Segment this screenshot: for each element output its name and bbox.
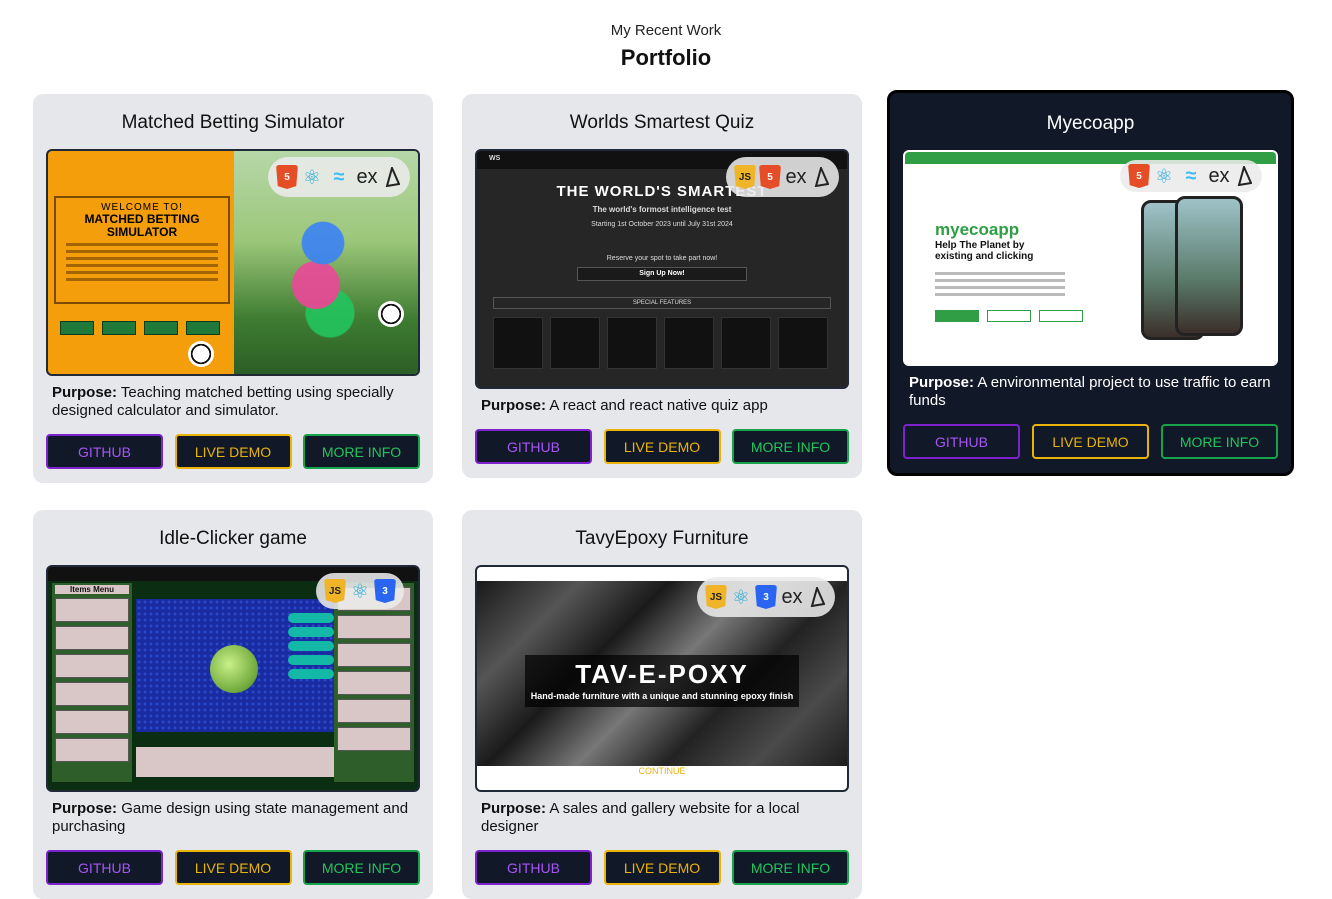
react-icon: ⚛ bbox=[303, 166, 321, 189]
more-info-button[interactable]: MORE INFO bbox=[732, 850, 849, 885]
project-screenshot: Items Menu JS ⚛ 3 bbox=[46, 565, 420, 792]
section-title: Portfolio bbox=[620, 45, 712, 70]
javascript-icon: JS bbox=[324, 579, 346, 603]
project-purpose: Purpose: Game design using state managem… bbox=[52, 800, 409, 835]
project-card: Matched Betting Simulator WELCOME TO! MA… bbox=[33, 94, 433, 483]
tech-stack: JS ⚛ 3 bbox=[316, 573, 404, 609]
github-button[interactable]: GITHUB bbox=[903, 424, 1020, 459]
react-icon: ⚛ bbox=[1155, 165, 1173, 188]
project-card: Myecoapp myecoapp Help The Planet by exi… bbox=[887, 90, 1294, 476]
project-title: Myecoapp bbox=[1046, 113, 1135, 134]
tech-stack: JS ⚛ 3 ex bbox=[697, 577, 835, 617]
css3-icon: 3 bbox=[374, 579, 396, 603]
react-icon: ⚛ bbox=[732, 586, 750, 609]
live-demo-button[interactable]: LIVE DEMO bbox=[603, 429, 721, 464]
project-actions: GITHUB LIVE DEMO MORE INFO bbox=[46, 850, 420, 899]
github-button[interactable]: GITHUB bbox=[46, 850, 163, 885]
html5-icon: 5 bbox=[276, 165, 298, 189]
tailwind-icon: ≈ bbox=[1185, 164, 1197, 187]
css3-icon: 3 bbox=[755, 585, 777, 609]
project-screenshot: myecoapp Help The Planet by existing and… bbox=[903, 150, 1278, 366]
javascript-icon: JS bbox=[705, 585, 727, 609]
prisma-icon bbox=[1234, 164, 1254, 188]
github-button[interactable]: GITHUB bbox=[46, 434, 163, 469]
tech-stack: JS 5 ex bbox=[726, 157, 839, 197]
project-purpose: Purpose: A react and react native quiz a… bbox=[481, 397, 768, 414]
javascript-icon: JS bbox=[734, 165, 756, 189]
express-icon: ex bbox=[781, 585, 803, 608]
live-demo-button[interactable]: LIVE DEMO bbox=[174, 850, 292, 885]
project-card: Idle-Clicker game Items Menu JS ⚛ 3 Purp… bbox=[33, 510, 433, 899]
more-info-button[interactable]: MORE INFO bbox=[1161, 424, 1278, 459]
live-demo-button[interactable]: LIVE DEMO bbox=[174, 434, 292, 469]
prisma-icon bbox=[807, 585, 827, 609]
github-button[interactable]: GITHUB bbox=[475, 429, 592, 464]
project-screenshot: WS THE WORLD'S SMARTEST The world's form… bbox=[475, 149, 849, 389]
project-actions: GITHUB LIVE DEMO MORE INFO bbox=[475, 429, 849, 478]
live-demo-button[interactable]: LIVE DEMO bbox=[603, 850, 721, 885]
project-actions: GITHUB LIVE DEMO MORE INFO bbox=[46, 434, 420, 483]
more-info-button[interactable]: MORE INFO bbox=[303, 434, 420, 469]
html5-icon: 5 bbox=[1128, 164, 1150, 188]
express-icon: ex bbox=[1208, 164, 1230, 187]
more-info-button[interactable]: MORE INFO bbox=[303, 850, 420, 885]
project-card: TavyEpoxy Furniture TAV-E-POXY Hand-made… bbox=[462, 510, 862, 899]
project-title: TavyEpoxy Furniture bbox=[575, 528, 749, 549]
project-title: Matched Betting Simulator bbox=[121, 112, 345, 133]
tech-stack: 5 ⚛ ≈ ex bbox=[268, 157, 410, 197]
project-screenshot: TAV-E-POXY Hand-made furniture with a un… bbox=[475, 565, 849, 792]
project-purpose: Purpose: A environmental project to use … bbox=[909, 374, 1271, 409]
project-title: Worlds Smartest Quiz bbox=[569, 112, 755, 133]
tech-stack: 5 ⚛ ≈ ex bbox=[1120, 160, 1262, 192]
tailwind-icon: ≈ bbox=[333, 165, 345, 188]
project-actions: GITHUB LIVE DEMO MORE INFO bbox=[903, 424, 1278, 473]
more-info-button[interactable]: MORE INFO bbox=[732, 429, 849, 464]
project-title: Idle-Clicker game bbox=[159, 528, 307, 549]
express-icon: ex bbox=[785, 165, 807, 188]
project-purpose: Purpose: A sales and gallery website for… bbox=[481, 800, 800, 835]
react-icon: ⚛ bbox=[351, 580, 369, 603]
prisma-icon bbox=[382, 165, 402, 189]
project-actions: GITHUB LIVE DEMO MORE INFO bbox=[475, 850, 849, 899]
section-subtitle: My Recent Work bbox=[610, 22, 722, 39]
project-screenshot: WELCOME TO! MATCHED BETTING SIMULATOR 5 … bbox=[46, 149, 420, 376]
html5-icon: 5 bbox=[759, 165, 781, 189]
express-icon: ex bbox=[356, 165, 378, 188]
portfolio-header: My Recent Work Portfolio bbox=[0, 22, 1332, 71]
project-purpose: Purpose: Teaching matched betting using … bbox=[52, 384, 394, 419]
prisma-icon bbox=[811, 165, 831, 189]
github-button[interactable]: GITHUB bbox=[475, 850, 592, 885]
project-card: Worlds Smartest Quiz WS THE WORLD'S SMAR… bbox=[462, 94, 862, 478]
live-demo-button[interactable]: LIVE DEMO bbox=[1032, 424, 1149, 459]
